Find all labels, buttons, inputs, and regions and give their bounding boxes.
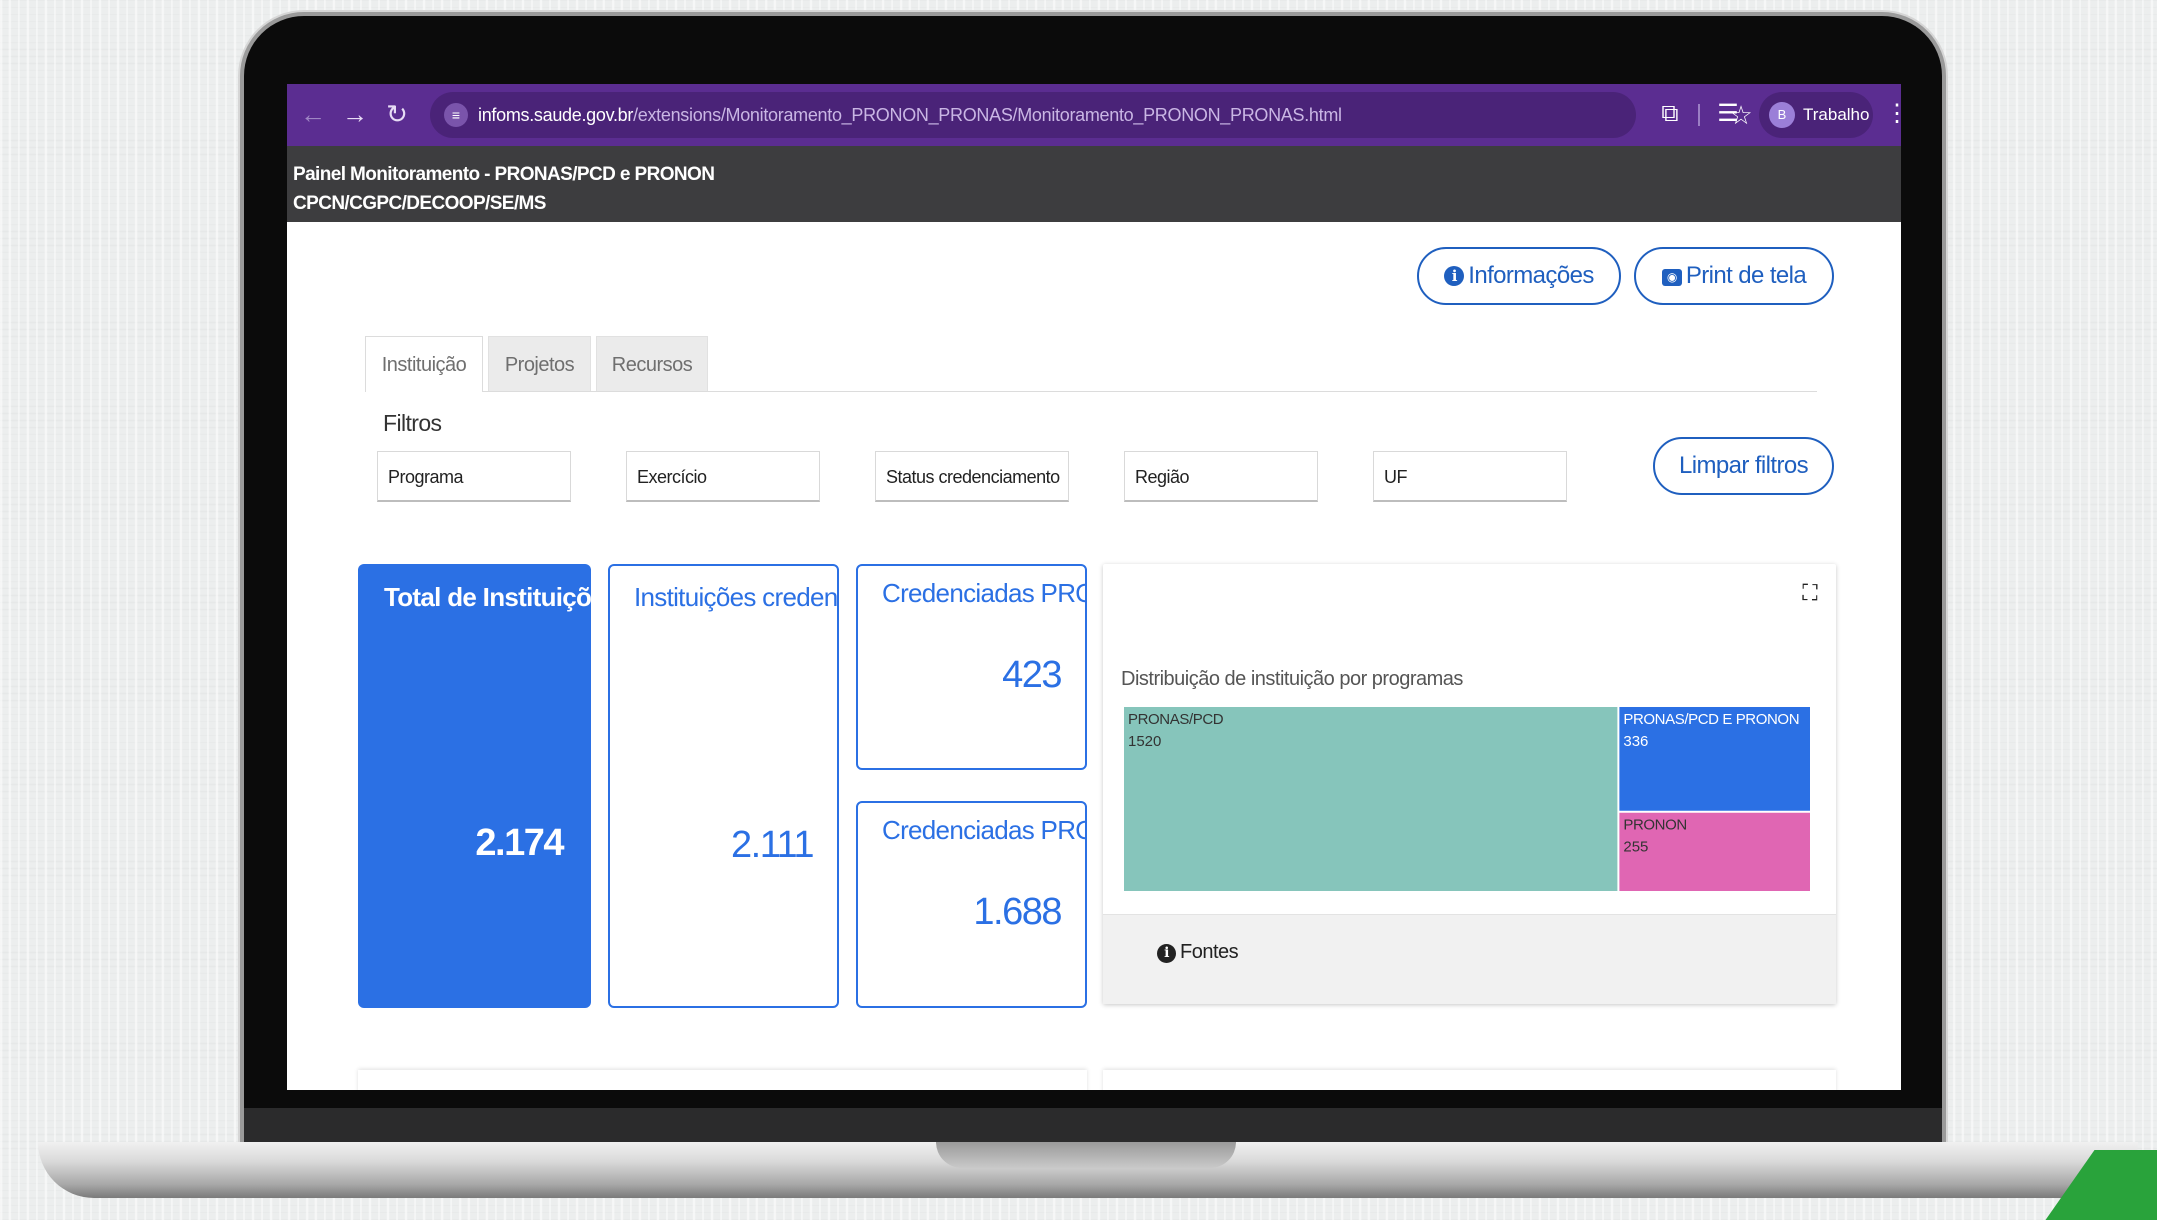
card-below-left [358, 1070, 1087, 1090]
kpi-title: Instituições credenciadas [634, 582, 838, 612]
filters-heading: Filtros [383, 410, 442, 436]
treemap-label: PRONAS/PCD [1128, 711, 1224, 728]
treemap-cell[interactable]: PRONAS/PCD 1520 [1124, 707, 1618, 891]
url-text[interactable]: infoms.saude.gov.br/extensions/Monitoram… [478, 92, 1342, 138]
url-path: /extensions/Monitoramento_PRONON_PRONAS/… [633, 105, 1342, 125]
back-icon[interactable]: ← [293, 94, 333, 134]
fontes-label: Fontes [1180, 941, 1239, 963]
kpi-credenciadas-pronas: Credenciadas PRONAS/PCD 1.688 [856, 801, 1087, 1008]
kpi-total-instituicoes: Total de Instituições 2.174 [358, 564, 591, 1008]
forward-icon[interactable]: → [335, 94, 375, 134]
info-button-label: Informações [1468, 262, 1594, 289]
print-button-label: Print de tela [1685, 262, 1807, 289]
url-host: infoms.saude.gov.br [478, 105, 634, 125]
treemap-cell[interactable]: PRONAS/PCD E PRONON 336 [1619, 707, 1810, 811]
treemap-value: 1520 [1128, 733, 1161, 750]
kpi-title: Credenciadas PRONON [882, 578, 1085, 608]
kpi-value: 2.174 [475, 822, 564, 864]
treemap-chart: PRONAS/PCD1520PRONAS/PCD E PRONON336PRON… [1124, 707, 1810, 891]
filter-regiao[interactable]: Região [1124, 451, 1318, 502]
extensions-icon[interactable]: ⧉ [1650, 94, 1690, 134]
filter-uf[interactable]: UF [1373, 451, 1567, 502]
address-bar[interactable]: ≡ infoms.saude.gov.br/extensions/Monitor… [430, 92, 1753, 138]
laptop-notch [936, 1142, 1236, 1168]
treemap-label: PRONAS/PCD E PRONON [1623, 711, 1799, 728]
browser-toolbar: ← → ↻ ≡ infoms.saude.gov.br/extensions/M… [287, 84, 1901, 146]
kpi-title: Total de Instituições [384, 582, 591, 612]
kpi-value: 2.111 [731, 824, 814, 866]
menu-icon[interactable]: ⋮ [1885, 94, 1901, 134]
chart-footer: i Fontes [1103, 914, 1836, 1004]
reload-icon[interactable]: ↻ [377, 94, 417, 134]
fontes-link[interactable]: i Fontes [1157, 941, 1239, 964]
site-info-icon[interactable]: ≡ [444, 103, 468, 127]
kpi-value: 1.688 [973, 891, 1062, 933]
screen: ← → ↻ ≡ infoms.saude.gov.br/extensions/M… [287, 84, 1901, 1090]
chart-title: Distribuição de instituição por programa… [1121, 668, 1463, 690]
camera-icon: ◉ [1661, 269, 1682, 286]
kpi-credenciadas-pronon: Credenciadas PRONON 423 [856, 564, 1087, 770]
page-title: Painel Monitoramento - PRONAS/PCD e PRON… [293, 164, 715, 185]
treemap-value: 336 [1623, 733, 1648, 750]
tab-projetos[interactable]: Projetos [488, 336, 591, 392]
app-header: Painel Monitoramento - PRONAS/PCD e PRON… [287, 146, 1901, 222]
info-icon: i [1444, 266, 1465, 286]
treemap-rect[interactable] [1124, 707, 1618, 891]
tab-divider [365, 391, 1817, 392]
avatar: B [1769, 102, 1795, 128]
laptop-bezel-bottom [244, 1108, 1942, 1142]
profile-button[interactable]: B Trabalho [1759, 92, 1873, 138]
reading-list-icon[interactable]: ☰ [1708, 94, 1748, 134]
fullscreen-icon[interactable]: ⛶ [1797, 580, 1823, 606]
profile-name: Trabalho [1803, 105, 1870, 124]
treemap-label: PRONON [1623, 817, 1686, 834]
filter-exercicio[interactable]: Exercício [626, 451, 820, 502]
filter-status-credenciamento[interactable]: Status credenciamento [875, 451, 1069, 502]
info-button[interactable]: i Informações [1417, 247, 1621, 305]
info-icon: i [1157, 944, 1176, 963]
toolbar-divider [1698, 104, 1700, 126]
page-subtitle: CPCN/CGPC/DECOOP/SE/MS [293, 193, 546, 214]
chart-card: ⛶ Distribuição de instituição por progra… [1103, 564, 1836, 1004]
print-button[interactable]: ◉ Print de tela [1634, 247, 1834, 305]
card-below-right [1103, 1070, 1836, 1090]
clear-filters-button[interactable]: Limpar filtros [1653, 437, 1834, 495]
kpi-instituicoes-credenciadas: Instituições credenciadas 2.111 [608, 564, 839, 1008]
treemap-value: 255 [1623, 839, 1648, 856]
tab-instituicao[interactable]: Instituição [365, 336, 483, 392]
kpi-title: Credenciadas PRONAS/PCD [882, 815, 1085, 845]
filter-programa[interactable]: Programa [377, 451, 571, 502]
treemap-cell[interactable]: PRONON 255 [1619, 812, 1810, 891]
tab-recursos[interactable]: Recursos [596, 336, 708, 392]
kpi-value: 423 [1002, 654, 1062, 696]
